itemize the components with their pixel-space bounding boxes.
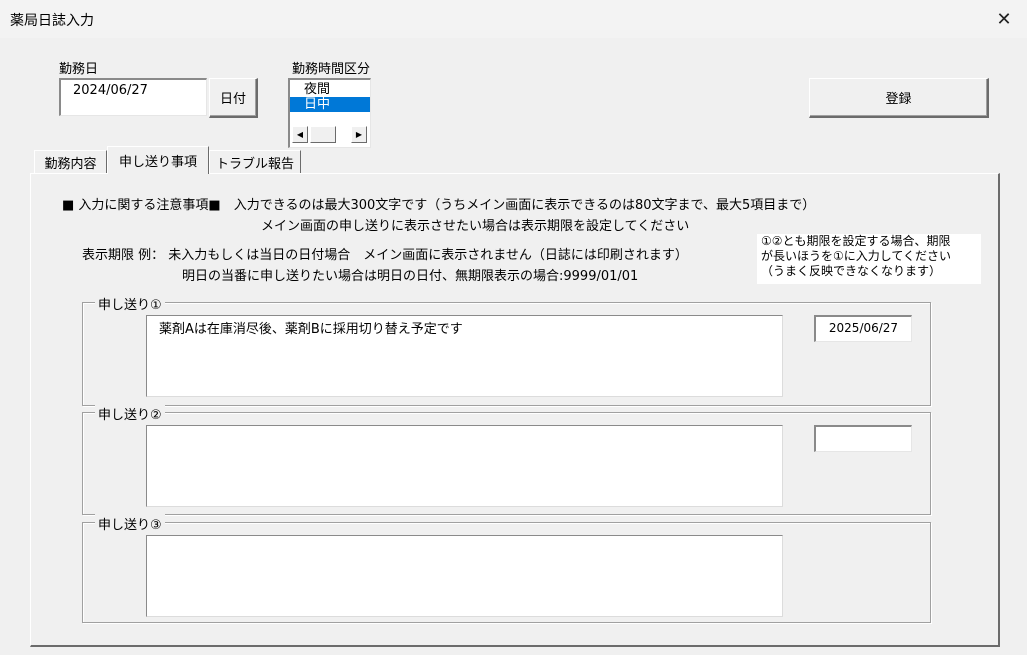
note-line-2: メイン画面の申し送りに表示させたい場合は表示期限を設定してください [261,219,690,234]
tab-work-content[interactable]: 勤務内容 [34,150,107,173]
period-note-line: （うまく反映できなくなります） [761,264,942,278]
handover-1-label: 申し送り① [95,294,165,313]
shift-label: 勤務時間区分 [292,62,371,77]
tab-handover[interactable]: 申し送り事項 [107,146,209,174]
handover-2-date[interactable] [814,425,912,452]
window-title: 薬局日誌入力 [10,13,94,29]
scroll-right-button[interactable]: ▶ [351,126,367,143]
handover-3-text[interactable] [146,535,783,617]
handover-1-date[interactable]: 2025/06/27 [814,315,912,342]
handover-2-text[interactable] [146,425,783,507]
work-date-label: 勤務日 [59,62,99,77]
handover-2-label: 申し送り② [95,404,165,423]
period-note-box: ①②とも期限を設定する場合、期限 が長いほうを①に入力してください （うまく反映… [757,234,981,284]
note-line-1: ■ 入力に関する注意事項■ 入力できるのは最大300文字です（うちメイン画面に表… [62,198,816,213]
work-date-input[interactable]: 2024/06/27 [59,78,207,116]
close-icon[interactable]: ✕ [981,0,1027,38]
shift-listbox[interactable]: 夜間 日中 ◀ ▶ [288,78,371,148]
note-line-3: 表示期限 例： 未入力もしくは当日の日付場合 メイン画面に表示されません（日誌に… [82,248,688,263]
date-picker-button[interactable]: 日付 [209,78,258,118]
handover-1-text[interactable]: 薬剤Aは在庫消尽後、薬剤Bに採用切り替え予定です [146,315,783,397]
handover-3-label: 申し送り③ [95,514,165,533]
shift-option-night[interactable]: 夜間 [290,82,370,97]
tab-trouble-report[interactable]: トラブル報告 [209,150,301,173]
scroll-thumb[interactable] [310,126,336,143]
arrow-right-icon: ▶ [355,130,363,139]
scroll-left-button[interactable]: ◀ [292,126,308,143]
period-note-line: ①②とも期限を設定する場合、期限 [761,234,951,248]
arrow-left-icon: ◀ [296,130,304,139]
period-note-line: が長いほうを①に入力してください [761,249,952,263]
title-bar [0,0,1027,38]
shift-option-day[interactable]: 日中 [290,97,370,112]
note-line-4: 明日の当番に申し送りたい場合は明日の日付、無期限表示の場合:9999/01/01 [182,269,639,284]
register-button[interactable]: 登録 [809,78,989,118]
